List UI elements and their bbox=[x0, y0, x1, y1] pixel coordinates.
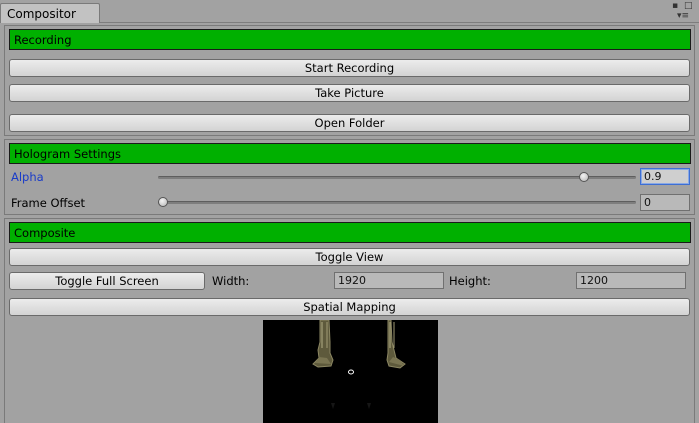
skeleton-legs-image bbox=[312, 320, 406, 409]
height-label: Height: bbox=[449, 274, 491, 288]
toggle-view-button[interactable]: Toggle View bbox=[9, 248, 690, 266]
hologram-settings-header: Hologram Settings bbox=[9, 143, 691, 164]
spatial-mapping-button[interactable]: Spatial Mapping bbox=[9, 298, 690, 316]
frame-offset-value-field[interactable]: 0 bbox=[640, 194, 690, 211]
alpha-value-field[interactable]: 0.9 bbox=[640, 168, 690, 185]
tab-compositor[interactable]: Compositor bbox=[0, 3, 100, 23]
hologram-settings-panel: Hologram Settings Alpha 0.9 Frame Offset… bbox=[4, 139, 695, 215]
recording-header-label: Recording bbox=[14, 33, 72, 47]
alpha-slider-track[interactable] bbox=[158, 176, 636, 179]
alpha-label: Alpha bbox=[11, 170, 44, 184]
width-field[interactable]: 1920 bbox=[334, 272, 444, 289]
composite-preview bbox=[263, 320, 438, 423]
composite-header: Composite bbox=[9, 222, 691, 243]
lock-icon[interactable]: ▪ bbox=[672, 1, 678, 11]
alpha-slider-thumb[interactable] bbox=[579, 172, 590, 182]
recording-panel: Recording Start Recording Take Picture O… bbox=[4, 25, 695, 136]
frame-offset-slider-thumb[interactable] bbox=[158, 197, 168, 207]
tab-strip: Compositor ▪ □ ▾≡ bbox=[0, 0, 699, 23]
maximize-icon[interactable]: □ bbox=[684, 1, 693, 11]
height-field[interactable]: 1200 bbox=[576, 272, 686, 289]
open-folder-button[interactable]: Open Folder bbox=[9, 114, 690, 132]
menu-icon[interactable]: ▾≡ bbox=[677, 11, 689, 21]
tab-title: Compositor bbox=[7, 7, 76, 21]
frame-offset-slider-track[interactable] bbox=[158, 201, 636, 204]
toggle-full-screen-button[interactable]: Toggle Full Screen bbox=[9, 272, 205, 290]
take-picture-button[interactable]: Take Picture bbox=[9, 84, 690, 102]
composite-header-label: Composite bbox=[14, 226, 76, 240]
frame-offset-label: Frame Offset bbox=[11, 196, 86, 210]
width-label: Width: bbox=[212, 274, 250, 288]
recording-header: Recording bbox=[9, 29, 691, 50]
hologram-settings-header-label: Hologram Settings bbox=[14, 147, 122, 161]
start-recording-button[interactable]: Start Recording bbox=[9, 59, 690, 77]
